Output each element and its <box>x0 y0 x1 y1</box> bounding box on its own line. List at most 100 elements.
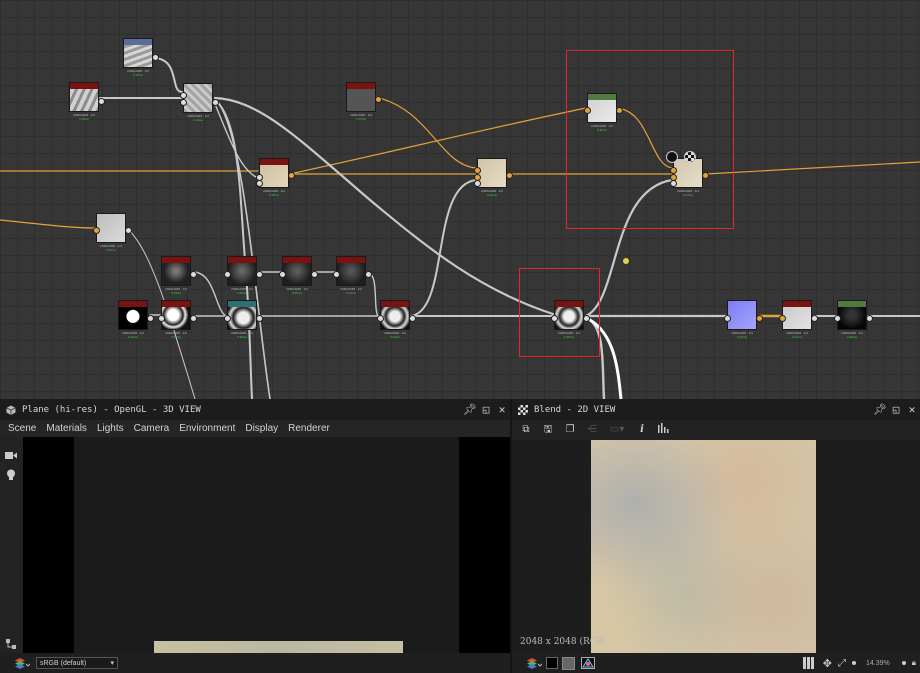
black-background-swatch[interactable] <box>546 657 558 669</box>
menu-camera[interactable]: Camera <box>134 423 170 434</box>
gray-background-swatch[interactable] <box>562 656 575 670</box>
layers-icon[interactable] <box>14 657 31 669</box>
menu-display[interactable]: Display <box>245 423 278 434</box>
node-n3[interactable] <box>180 83 219 113</box>
close-icon[interactable]: ✕ <box>904 403 920 416</box>
node-label: 2048x2048 · 1/4 0.19ms <box>165 287 187 295</box>
node-n6[interactable] <box>256 158 295 188</box>
node-label: 2048x2048 · 1/4 0.19ms <box>481 189 503 197</box>
menu-materials[interactable]: Materials <box>46 423 87 434</box>
node-label: 2048x2048 · 1/4 0.25ms <box>286 287 308 295</box>
panel-title-bar: Blend - 2D VIEW 📌︎ ◱ ✕ <box>512 399 920 420</box>
node-n17[interactable] <box>377 300 416 330</box>
node-label: 2048x2048 · 1/4 0.35ms <box>263 189 285 197</box>
light-bulb-icon[interactable] <box>6 469 16 481</box>
display-mode-icon[interactable] <box>581 657 595 669</box>
menu-environment[interactable]: Environment <box>179 423 235 434</box>
zoom-slider-dot[interactable] <box>851 661 856 665</box>
node-n19[interactable] <box>724 300 763 330</box>
status-bar-3d: sRGB (default) ▾ <box>0 653 510 673</box>
node-n9[interactable] <box>93 213 132 243</box>
pin-icon[interactable]: 📌︎ <box>872 403 888 416</box>
panel-title: Plane (hi-res) - OpenGL - 3D VIEW <box>22 404 201 415</box>
node-label: 2048x2048 · 1/4 0.34ms <box>384 331 406 339</box>
node-n11[interactable] <box>224 256 263 286</box>
node-n14[interactable] <box>118 300 154 330</box>
grid-icon[interactable] <box>802 657 815 669</box>
share-icon[interactable]: ⋲ <box>584 423 600 437</box>
fit-icon[interactable]: ⤢ <box>838 658 846 669</box>
letterbox-left <box>23 437 74 653</box>
node-label: 2048x2048 · 1/4 0.29ms <box>231 287 253 295</box>
zoom-level[interactable]: 14.39% <box>866 660 890 667</box>
texture-preview <box>591 440 816 653</box>
image-info: 2048 x 2048 (RGB <box>520 637 604 647</box>
node-n5[interactable] <box>584 93 623 123</box>
node-n4[interactable] <box>346 82 382 112</box>
node-n18[interactable] <box>551 300 590 330</box>
node-label: 2048x2048 · 1/4 0.18ms <box>73 113 95 121</box>
colorspace-select[interactable]: sRGB (default) ▾ <box>36 657 118 669</box>
view-2d-canvas[interactable]: 2048 x 2048 (RGB <box>512 440 920 653</box>
panel-title: Blend - 2D VIEW <box>534 404 616 415</box>
checker-icon <box>518 404 528 415</box>
node-n7[interactable] <box>474 158 513 188</box>
export-icon[interactable]: ⧉ <box>518 423 534 437</box>
node-n15[interactable] <box>158 300 197 330</box>
colorspace-value: sRGB (default) <box>40 660 87 667</box>
panel-3d-view: Plane (hi-res) - OpenGL - 3D VIEW 📌︎ ◱ ✕… <box>0 399 510 673</box>
node-label: 2048x2048 · 1/4 0.43ms <box>165 331 187 339</box>
node-label: 2048x2048 · 1/4 0.19ms <box>187 114 209 122</box>
node-label: 2048x2048 · 1/4 0.22ms <box>731 331 753 339</box>
menu-lights[interactable]: Lights <box>97 423 124 434</box>
chevron-down-icon: ▾ <box>110 660 114 667</box>
node-label: 2048x2048 · 1/4 0.13ms <box>340 287 362 295</box>
frame-icon[interactable] <box>666 151 678 163</box>
node-label: 2048x2048 · 1/4 0.13ms <box>350 113 372 121</box>
node-n21[interactable] <box>834 300 873 330</box>
cube-icon <box>6 405 16 415</box>
panel-2d-view: Blend - 2D VIEW 📌︎ ◱ ✕ ⧉ 🖫︎ ❐ ⋲ ▭▾ i 204… <box>512 399 920 673</box>
checker-icon[interactable] <box>684 151 696 163</box>
node-label: 2048x2048 · 1/4 0.10ms <box>122 331 144 339</box>
plane-mesh <box>154 641 403 653</box>
node-label: 2048x2048 · 1/4 0.15ms <box>127 69 149 77</box>
node-label: 2048x2048 · 1/4 0.54ms <box>231 331 253 339</box>
status-bar-2d: ✥ ⤢ 14.39% 🔒︎ <box>512 653 920 673</box>
graph-icon[interactable] <box>6 639 16 649</box>
maximize-icon[interactable]: ◱ <box>888 403 904 416</box>
layers-icon[interactable] <box>526 657 543 669</box>
zoom-dot-icon[interactable] <box>901 661 906 665</box>
menu-scene[interactable]: Scene <box>8 423 36 434</box>
maximize-icon[interactable]: ◱ <box>478 403 494 416</box>
node-n13[interactable] <box>333 256 372 286</box>
node-label: 2048x2048 · 1/4 0.36ms <box>558 331 580 339</box>
node-n2[interactable] <box>69 82 105 112</box>
node-label: 2048x2048 · 1/4 0.35ms <box>841 331 863 339</box>
node-n20[interactable] <box>779 300 818 330</box>
view2d-toolbar: ⧉ 🖫︎ ❐ ⋲ ▭▾ i <box>512 420 920 440</box>
node-n1[interactable] <box>123 38 159 68</box>
selection-frame-1 <box>566 50 734 229</box>
viewport-3d[interactable] <box>23 437 510 653</box>
info-icon[interactable]: i <box>634 423 650 437</box>
node-n10[interactable] <box>161 256 197 286</box>
node-label: 2048x2048 · 1/4 0.14ms <box>786 331 808 339</box>
channel-select[interactable]: ▭▾ <box>606 423 628 437</box>
letterbox-right <box>459 437 510 653</box>
camera-icon[interactable] <box>5 451 17 460</box>
pivot-icon[interactable]: ✥ <box>823 657 832 670</box>
node-n16[interactable] <box>224 300 263 330</box>
menu-renderer[interactable]: Renderer <box>288 423 330 434</box>
node-label: 2048x2048 · 1/4 0.14ms <box>677 189 699 197</box>
node-graph[interactable]: 2048x2048 · 1/4 0.15ms 2048x2048 · 1/4 0.1… <box>0 0 920 399</box>
pin-icon[interactable]: 📌︎ <box>462 403 478 416</box>
close-icon[interactable]: ✕ <box>494 403 510 416</box>
node-n12[interactable] <box>279 256 318 286</box>
save-icon[interactable]: 🖫︎ <box>540 423 556 437</box>
menu-bar: Scene Materials Lights Camera Environmen… <box>0 420 510 437</box>
viewport-toolbar <box>0 437 22 653</box>
lock-icon[interactable]: 🔒︎ <box>912 658 916 668</box>
histogram-icon[interactable] <box>656 423 672 437</box>
copy-icon[interactable]: ❐ <box>562 423 578 437</box>
